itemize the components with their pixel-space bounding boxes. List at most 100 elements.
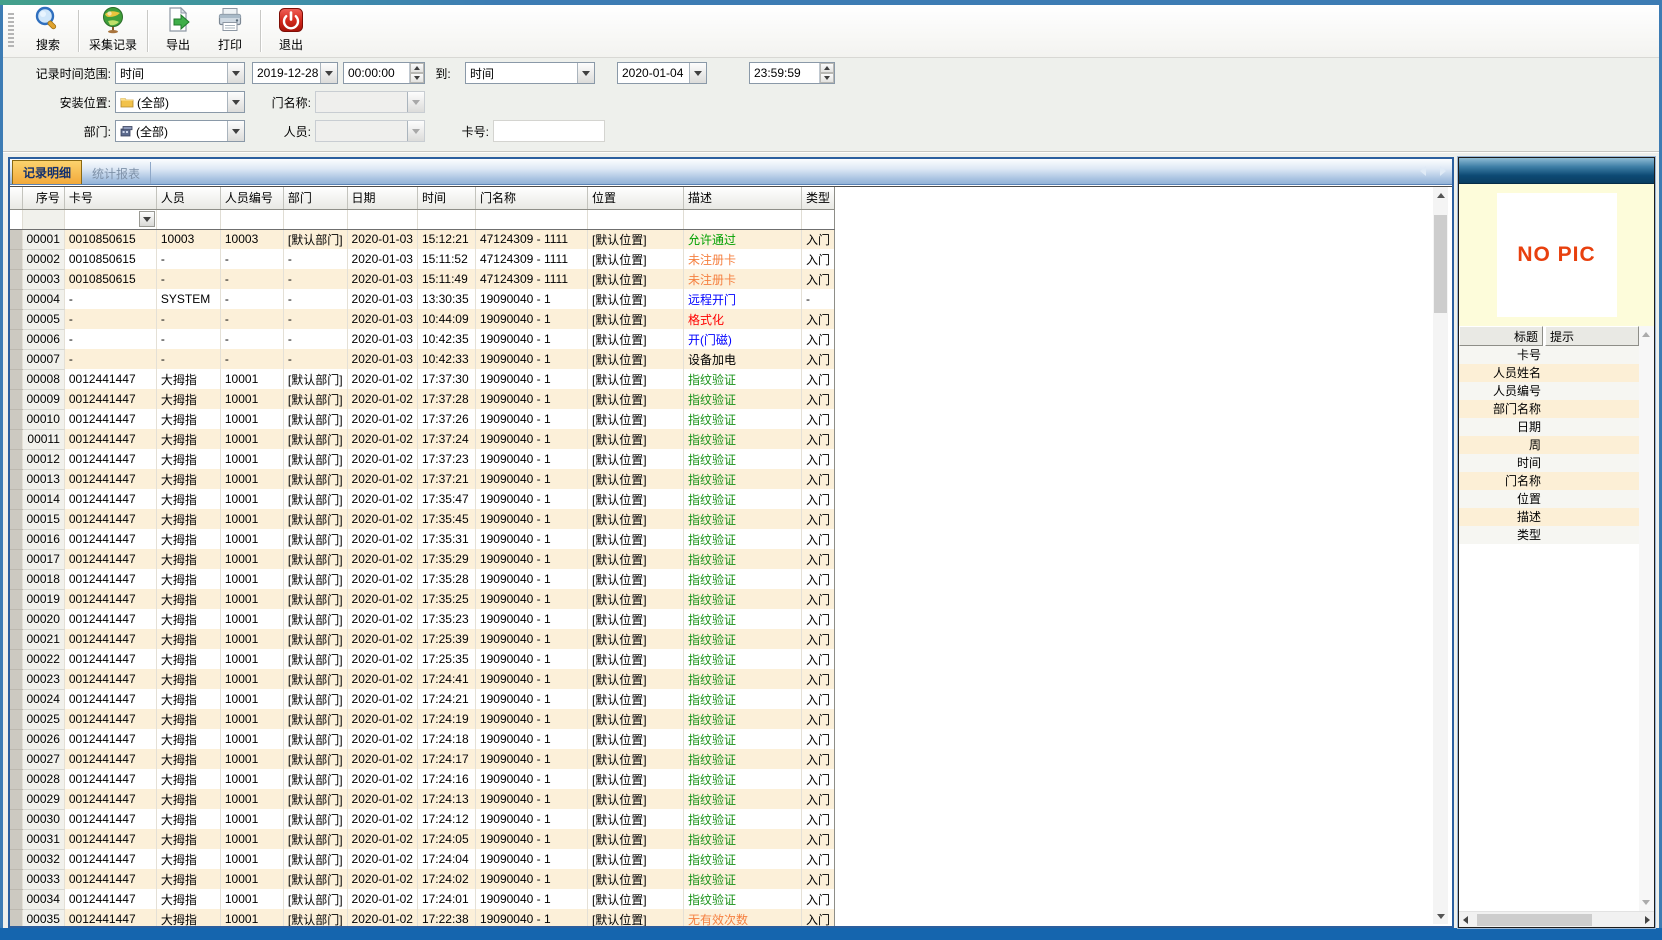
table-row[interactable]: 000300012441447大拇指10001[默认部门]2020-01-021… <box>10 809 834 829</box>
table-row[interactable]: 000290012441447大拇指10001[默认部门]2020-01-021… <box>10 789 834 809</box>
info-row[interactable]: 类型 <box>1459 526 1639 544</box>
tab-scroll-right-icon[interactable] <box>1440 166 1446 176</box>
table-row[interactable]: 000130012441447大拇指10001[默认部门]2020-01-021… <box>10 469 834 489</box>
info-column-title[interactable]: 标题 <box>1459 326 1543 346</box>
chevron-down-icon[interactable] <box>227 92 244 112</box>
column-header-location[interactable]: 位置 <box>587 187 683 209</box>
table-row[interactable]: 000330012441447大拇指10001[默认部门]2020-01-021… <box>10 869 834 889</box>
time-range-type-to-combobox[interactable]: 时间 <box>465 62 595 84</box>
table-row[interactable]: 000340012441447大拇指10001[默认部门]2020-01-021… <box>10 889 834 909</box>
spin-up-icon[interactable] <box>820 63 834 73</box>
table-row[interactable]: 00004-SYSTEM--2020-01-0313:30:3519090040… <box>10 289 834 309</box>
table-row[interactable]: 000020010850615---2020-01-0315:11:524712… <box>10 249 834 269</box>
info-row[interactable]: 门名称 <box>1459 472 1639 490</box>
scroll-left-icon[interactable] <box>1463 916 1468 924</box>
info-row[interactable]: 位置 <box>1459 490 1639 508</box>
table-row[interactable]: 000270012441447大拇指10001[默认部门]2020-01-021… <box>10 749 834 769</box>
table-row[interactable]: 000150012441447大拇指10001[默认部门]2020-01-021… <box>10 509 834 529</box>
column-header-card-no[interactable]: 卡号 <box>64 187 156 209</box>
chevron-down-icon[interactable] <box>227 63 244 83</box>
table-row[interactable]: 000260012441447大拇指10001[默认部门]2020-01-021… <box>10 729 834 749</box>
table-row[interactable]: 00007----2020-01-0310:42:3319090040 - 1[… <box>10 349 834 369</box>
card-number-input[interactable] <box>493 120 605 142</box>
tab-record-detail[interactable]: 记录明细 <box>12 160 82 184</box>
table-row[interactable]: 00006----2020-01-0310:42:3519090040 - 1[… <box>10 329 834 349</box>
table-row[interactable]: 000220012441447大拇指10001[默认部门]2020-01-021… <box>10 649 834 669</box>
info-row[interactable]: 卡号 <box>1459 346 1639 364</box>
table-row[interactable]: 000120012441447大拇指10001[默认部门]2020-01-021… <box>10 449 834 469</box>
tab-statistics-report[interactable]: 统计报表 <box>82 162 151 184</box>
chevron-down-icon[interactable] <box>139 211 155 227</box>
chevron-down-icon[interactable] <box>577 63 594 83</box>
records-vertical-scrollbar[interactable] <box>1433 187 1448 924</box>
table-row[interactable]: 000030010850615---2020-01-0315:11:494712… <box>10 269 834 289</box>
column-header-person-id[interactable]: 人员编号 <box>220 187 283 209</box>
table-row[interactable]: 000090012441447大拇指10001[默认部门]2020-01-021… <box>10 389 834 409</box>
column-header-seq[interactable]: 序号 <box>22 187 64 209</box>
table-row[interactable]: 00005----2020-01-0310:44:0919090040 - 1[… <box>10 309 834 329</box>
info-row[interactable]: 周 <box>1459 436 1639 454</box>
info-column-hint[interactable]: 提示 <box>1545 326 1639 346</box>
chevron-down-icon[interactable] <box>689 63 706 83</box>
table-row[interactable]: 000110012441447大拇指10001[默认部门]2020-01-021… <box>10 429 834 449</box>
table-row[interactable]: 000250012441447大拇指10001[默认部门]2020-01-021… <box>10 709 834 729</box>
scroll-up-icon[interactable] <box>1433 187 1448 203</box>
table-row[interactable]: 000140012441447大拇指10001[默认部门]2020-01-021… <box>10 489 834 509</box>
install-location-combobox[interactable]: (全部) <box>115 91 245 113</box>
table-row[interactable]: 000200012441447大拇指10001[默认部门]2020-01-021… <box>10 609 834 629</box>
time-from-spinner[interactable]: 00:00:00 <box>343 62 425 84</box>
scrollbar-thumb[interactable] <box>1434 215 1447 313</box>
info-horizontal-scrollbar[interactable] <box>1459 911 1654 927</box>
export-button[interactable]: 导出 <box>152 6 204 56</box>
column-header-description[interactable]: 描述 <box>683 187 801 209</box>
table-row[interactable]: 000190012441447大拇指10001[默认部门]2020-01-021… <box>10 589 834 609</box>
info-row[interactable]: 描述 <box>1459 508 1639 526</box>
department-combobox[interactable]: (全部) <box>115 120 245 142</box>
chevron-down-icon[interactable] <box>320 63 337 83</box>
card-filter-dropdown[interactable] <box>65 210 156 229</box>
chevron-down-icon[interactable] <box>227 121 244 141</box>
scrollbar-thumb[interactable] <box>1477 914 1592 926</box>
spin-down-icon[interactable] <box>820 73 834 83</box>
collect-records-button[interactable]: 采集记录 <box>83 6 143 56</box>
door-name-combobox[interactable] <box>315 91 425 113</box>
date-from-picker[interactable]: 2019-12-28 <box>252 62 338 84</box>
info-row[interactable]: 时间 <box>1459 454 1639 472</box>
table-row[interactable]: 000240012441447大拇指10001[默认部门]2020-01-021… <box>10 689 834 709</box>
spin-down-icon[interactable] <box>410 73 424 83</box>
info-vertical-scrollbar[interactable] <box>1639 326 1654 911</box>
table-row[interactable]: 0000100108506151000310003[默认部门]2020-01-0… <box>10 229 834 249</box>
column-header-door-name[interactable]: 门名称 <box>475 187 587 209</box>
table-row[interactable]: 000160012441447大拇指10001[默认部门]2020-01-021… <box>10 529 834 549</box>
tab-scroll-left-icon[interactable] <box>1420 166 1426 176</box>
time-range-type-from-combobox[interactable]: 时间 <box>115 62 245 84</box>
table-row[interactable]: 000310012441447大拇指10001[默认部门]2020-01-021… <box>10 829 834 849</box>
table-row[interactable]: 000230012441447大拇指10001[默认部门]2020-01-021… <box>10 669 834 689</box>
search-button[interactable]: 搜索 <box>22 6 74 56</box>
scroll-down-icon[interactable] <box>1642 900 1650 905</box>
info-row[interactable]: 日期 <box>1459 418 1639 436</box>
toolbar-grip-handle[interactable] <box>8 13 14 49</box>
table-row[interactable]: 000350012441447大拇指10001[默认部门]2020-01-021… <box>10 909 834 926</box>
column-header-department[interactable]: 部门 <box>283 187 347 209</box>
column-header-type[interactable]: 类型 <box>801 187 834 209</box>
info-row[interactable]: 人员编号 <box>1459 382 1639 400</box>
scroll-right-icon[interactable] <box>1645 916 1650 924</box>
column-header-time[interactable]: 时间 <box>417 187 475 209</box>
exit-button[interactable]: 退出 <box>265 6 317 56</box>
person-combobox[interactable] <box>315 120 425 142</box>
print-button[interactable]: 打印 <box>204 6 256 56</box>
date-to-picker[interactable]: 2020-01-04 <box>617 62 707 84</box>
table-row[interactable]: 000100012441447大拇指10001[默认部门]2020-01-021… <box>10 409 834 429</box>
table-row[interactable]: 000180012441447大拇指10001[默认部门]2020-01-021… <box>10 569 834 589</box>
column-header-date[interactable]: 日期 <box>347 187 417 209</box>
spin-up-icon[interactable] <box>410 63 424 73</box>
filter-cell-card-no[interactable] <box>64 209 156 229</box>
info-row[interactable]: 部门名称 <box>1459 400 1639 418</box>
table-row[interactable]: 000210012441447大拇指10001[默认部门]2020-01-021… <box>10 629 834 649</box>
info-row[interactable]: 人员姓名 <box>1459 364 1639 382</box>
table-row[interactable]: 000170012441447大拇指10001[默认部门]2020-01-021… <box>10 549 834 569</box>
table-row[interactable]: 000280012441447大拇指10001[默认部门]2020-01-021… <box>10 769 834 789</box>
time-to-spinner[interactable]: 23:59:59 <box>749 62 835 84</box>
scroll-up-icon[interactable] <box>1642 332 1650 337</box>
